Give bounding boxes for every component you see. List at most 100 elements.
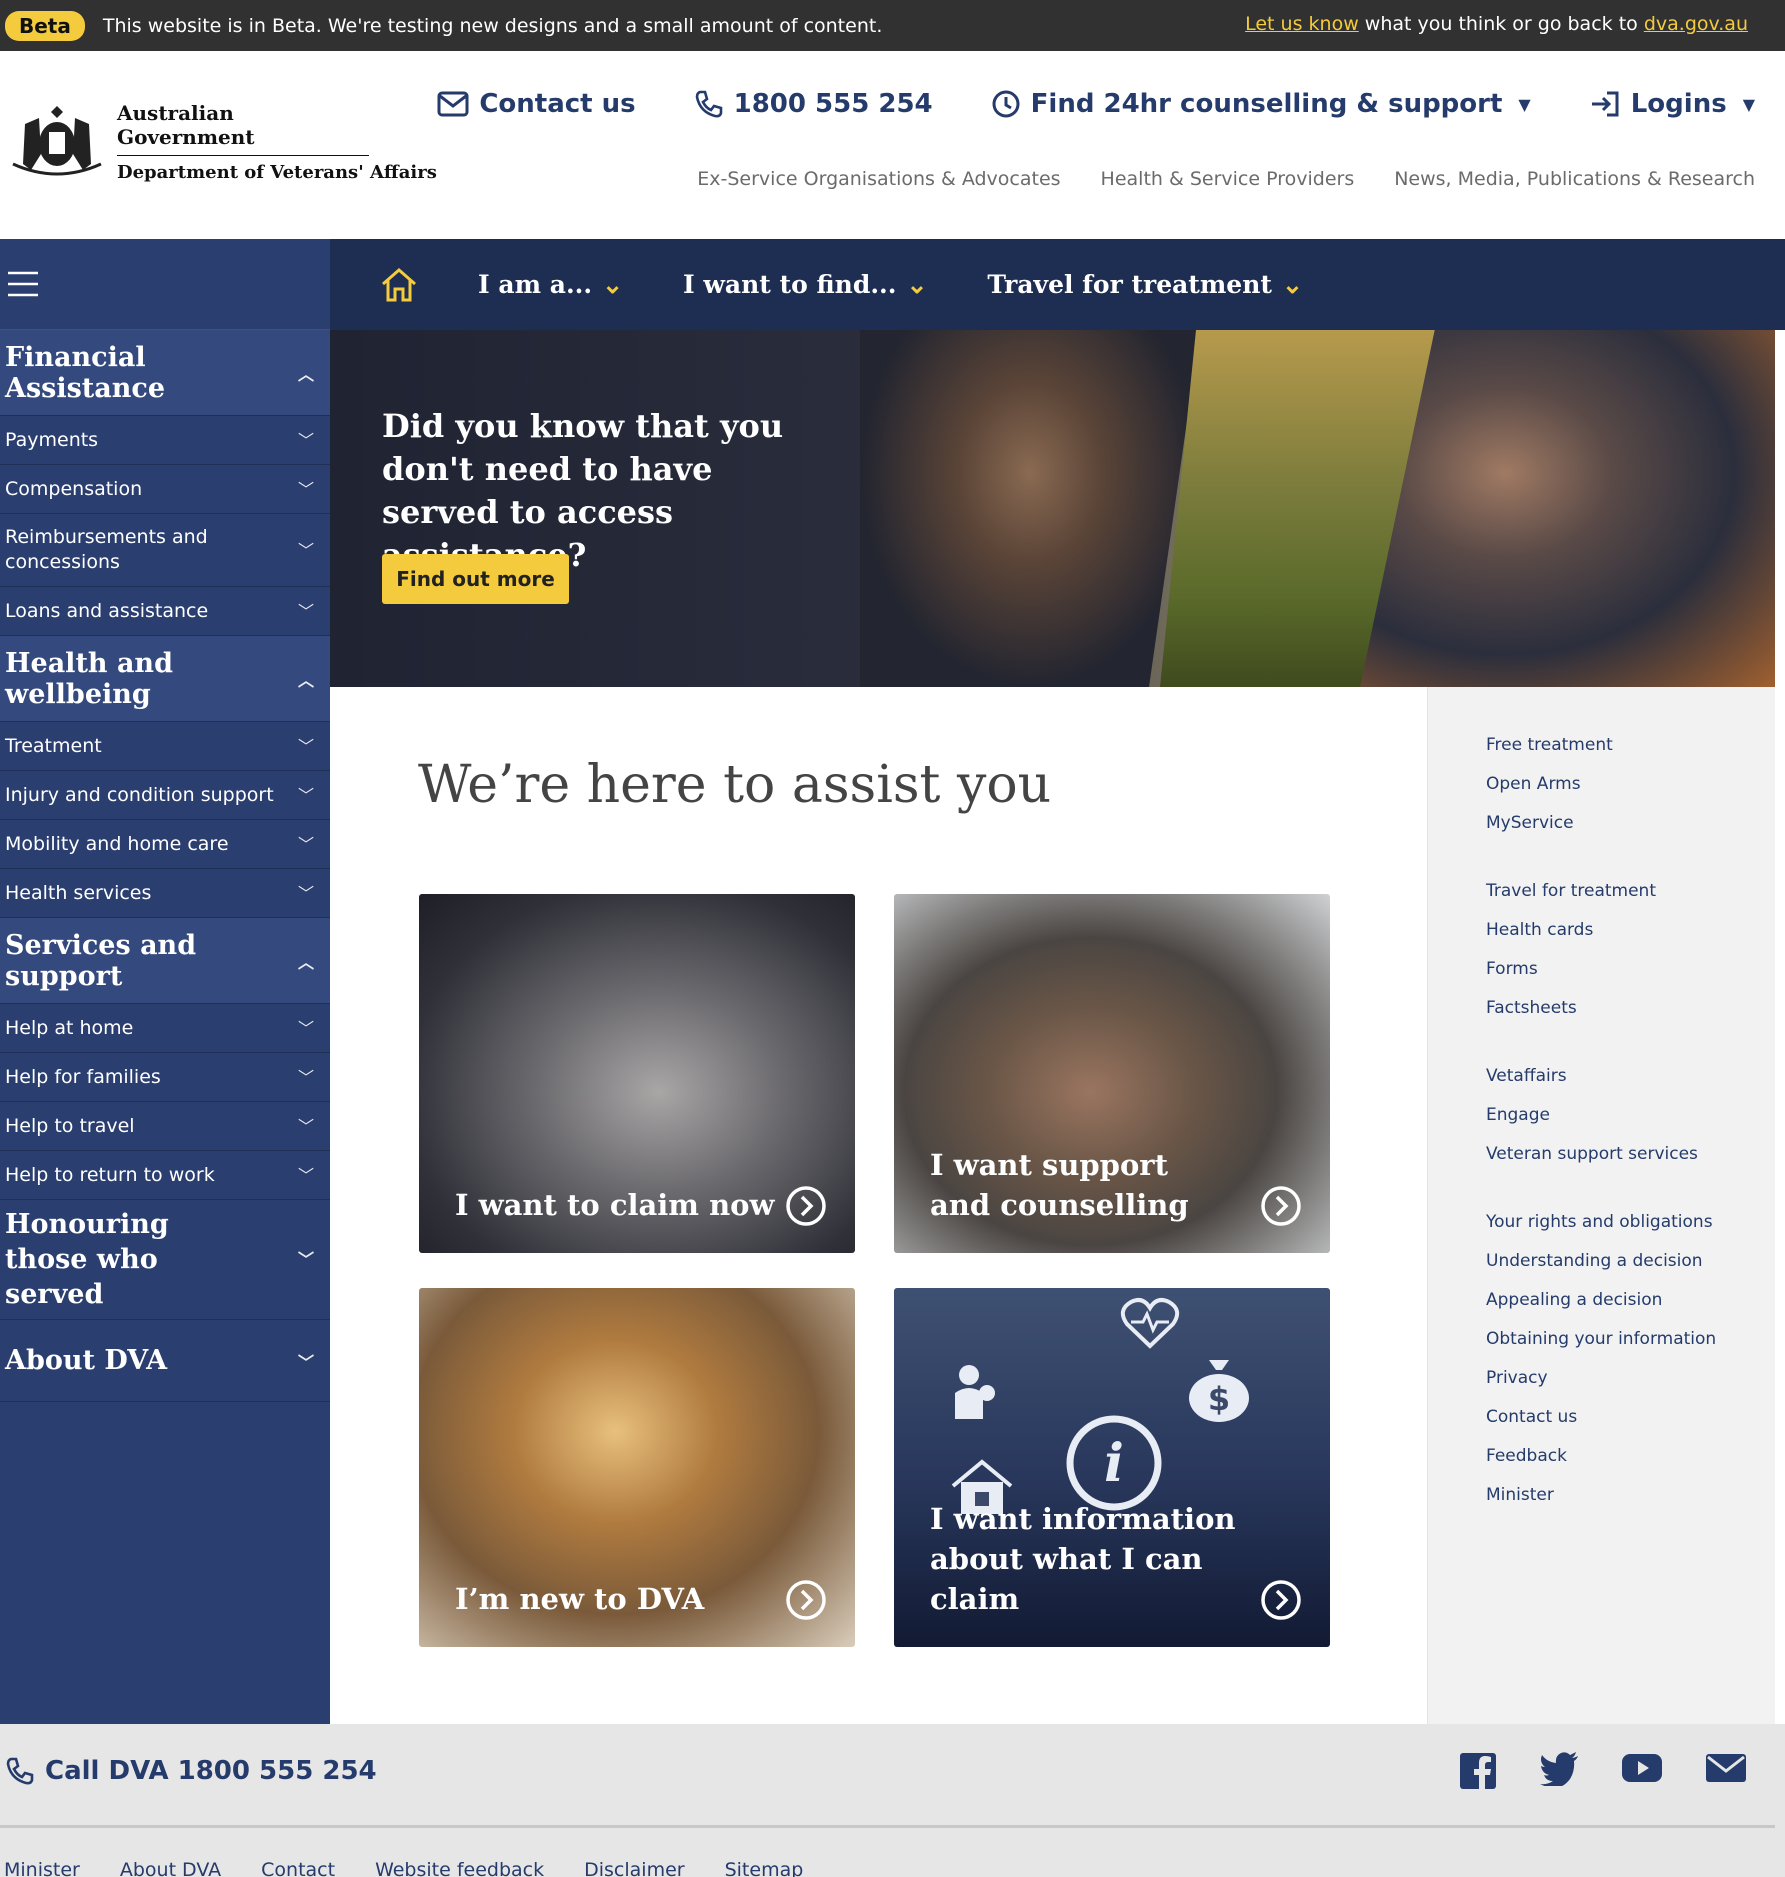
news-media-link[interactable]: News, Media, Publications & Research: [1394, 168, 1755, 190]
rail-link-contact-us[interactable]: Contact us: [1486, 1398, 1775, 1437]
sidebar-item-help-at-home[interactable]: Help at home ﹀: [0, 1004, 330, 1053]
phone-label: 1800 555 254: [733, 89, 933, 119]
sidebar-section-about-dva[interactable]: About DVA ﹀: [0, 1320, 330, 1402]
home-icon[interactable]: [380, 267, 418, 303]
rail-link-veteran-support[interactable]: Veteran support services: [1486, 1135, 1775, 1174]
nav-travel-for-treatment[interactable]: Travel for treatment ⌄: [987, 270, 1303, 299]
sidebar-item-health-services[interactable]: Health services ﹀: [0, 869, 330, 918]
logo[interactable]: Australian Government Department of Vete…: [5, 101, 437, 183]
chevron-up-icon: ︿: [297, 952, 314, 972]
page-title: We’re here to assist you: [418, 755, 1052, 815]
rail-link-free-treatment[interactable]: Free treatment: [1486, 726, 1775, 765]
rail-link-vetaffairs[interactable]: Vetaffairs: [1486, 1057, 1775, 1096]
contact-us-link[interactable]: Contact us: [437, 89, 636, 119]
sidebar-item-label: Help for families: [5, 1065, 161, 1088]
chevron-up-icon: ︿: [297, 364, 314, 384]
rail-link-health-cards[interactable]: Health cards: [1486, 911, 1775, 950]
rail-link-open-arms[interactable]: Open Arms: [1486, 765, 1775, 804]
sidebar-section-honouring[interactable]: Honouring those who served ﹀: [0, 1200, 330, 1320]
rail-link-travel-treatment[interactable]: Travel for treatment: [1486, 872, 1775, 911]
sidebar-section-health-wellbeing[interactable]: Health and wellbeing ︿: [0, 636, 330, 722]
footer-link-sitemap[interactable]: Sitemap: [725, 1859, 804, 1877]
rail-link-myservice[interactable]: MyService: [1486, 804, 1775, 843]
footer-link-minister[interactable]: Minister: [4, 1859, 80, 1877]
footer-link-website-feedback[interactable]: Website feedback: [375, 1859, 544, 1877]
card-claim-now[interactable]: I want to claim now: [419, 894, 855, 1253]
ex-service-link[interactable]: Ex-Service Organisations & Advocates: [697, 168, 1060, 190]
counselling-dropdown[interactable]: Find 24hr counselling & support ▼: [991, 89, 1531, 119]
site-footer: Call DVA 1800 555 254 Minister About DVA…: [0, 1724, 1785, 1877]
sidebar-item-injury-support[interactable]: Injury and condition support ﹀: [0, 771, 330, 820]
logins-label: Logins: [1630, 89, 1727, 119]
caret-down-icon: ▼: [1742, 94, 1755, 114]
main-nav: I am a... ⌄ I want to find... ⌄ Travel f…: [330, 239, 1785, 330]
sidebar-item-label: Help at home: [5, 1016, 134, 1039]
rail-link-minister[interactable]: Minister: [1486, 1476, 1775, 1515]
nav-travel-label: Travel for treatment: [987, 270, 1272, 299]
sidebar-item-help-to-travel[interactable]: Help to travel ﹀: [0, 1102, 330, 1151]
health-providers-link[interactable]: Health & Service Providers: [1101, 168, 1355, 190]
sidebar-item-return-to-work[interactable]: Help to return to work ﹀: [0, 1151, 330, 1200]
youtube-icon[interactable]: [1621, 1752, 1663, 1784]
sidebar-section-services-support[interactable]: Services and support ︿: [0, 918, 330, 1004]
let-us-know-link[interactable]: Let us know: [1245, 13, 1359, 35]
footer-link-contact[interactable]: Contact: [261, 1859, 335, 1877]
rail-link-obtaining-information[interactable]: Obtaining your information: [1486, 1320, 1775, 1359]
card-new-to-dva[interactable]: I’m new to DVA: [419, 1288, 855, 1647]
chevron-down-icon: ﹀: [297, 834, 314, 854]
logo-line-1: Australian Government: [117, 101, 369, 156]
chevron-down-icon: ⌄: [906, 270, 928, 299]
footer-link-disclaimer[interactable]: Disclaimer: [584, 1859, 684, 1877]
nav-i-am-a[interactable]: I am a... ⌄: [478, 270, 623, 299]
dva-site-link[interactable]: dva.gov.au: [1644, 13, 1748, 35]
contact-us-label: Contact us: [479, 89, 636, 119]
sidebar-item-label: Health services: [5, 881, 152, 904]
sidebar-item-label: Compensation: [5, 477, 143, 500]
phone-icon: [6, 1757, 34, 1785]
sidebar-item-treatment[interactable]: Treatment ﹀: [0, 722, 330, 771]
card-support-counselling[interactable]: I want support and counselling: [894, 894, 1330, 1253]
beta-banner: Beta This website is in Beta. We're test…: [0, 0, 1785, 51]
sidebar-item-label: Loans and assistance: [5, 599, 209, 622]
sidebar-item-compensation[interactable]: Compensation ﹀: [0, 465, 330, 514]
sidebar-item-loans[interactable]: Loans and assistance ﹀: [0, 587, 330, 636]
sidebar-section-title: Honouring those who served: [5, 1209, 169, 1310]
chevron-down-icon: ﹀: [297, 540, 314, 560]
nav-i-want-to-find[interactable]: I want to find... ⌄: [683, 270, 927, 299]
rail-link-privacy[interactable]: Privacy: [1486, 1359, 1775, 1398]
rail-link-feedback[interactable]: Feedback: [1486, 1437, 1775, 1476]
sidebar-section-title: Health and wellbeing: [5, 647, 173, 710]
chevron-down-icon: ﹀: [297, 1018, 314, 1038]
phone-icon: [695, 90, 722, 118]
phone-link[interactable]: 1800 555 254: [694, 89, 933, 119]
find-out-more-button[interactable]: Find out more: [382, 554, 569, 604]
sidebar-section-financial-assistance[interactable]: Financial Assistance ︿: [0, 330, 330, 416]
twitter-icon[interactable]: [1539, 1752, 1579, 1786]
sidebar-item-mobility[interactable]: Mobility and home care ﹀: [0, 820, 330, 869]
rail-link-understanding-decision[interactable]: Understanding a decision: [1486, 1242, 1775, 1281]
rail-link-appealing-decision[interactable]: Appealing a decision: [1486, 1281, 1775, 1320]
envelope-icon: [437, 91, 469, 117]
sidebar-item-help-for-families[interactable]: Help for families ﹀: [0, 1053, 330, 1102]
card-information-claim[interactable]: i $ I want information about what I can …: [894, 1288, 1330, 1647]
rail-link-forms[interactable]: Forms: [1486, 950, 1775, 989]
rail-link-rights[interactable]: Your rights and obligations: [1486, 1203, 1775, 1242]
sidebar-item-reimbursements[interactable]: Reimbursements and concessions ﹀: [0, 514, 330, 587]
info-circle-icon: i: [1066, 1415, 1162, 1511]
sidebar-item-payments[interactable]: Payments ﹀: [0, 416, 330, 465]
sidebar-item-label: Help to return to work: [5, 1163, 215, 1186]
sidebar: Financial Assistance ︿ Payments ﹀ Compens…: [0, 239, 330, 1724]
rail-link-engage[interactable]: Engage: [1486, 1096, 1775, 1135]
counselling-label: Find 24hr counselling & support: [1030, 89, 1503, 119]
footer-link-about-dva[interactable]: About DVA: [120, 1859, 221, 1877]
sidebar-toggle[interactable]: [0, 239, 330, 330]
hamburger-menu-icon: [8, 271, 38, 297]
caret-down-icon: ▼: [1518, 94, 1531, 114]
hero-title: Did you know that you don't need to have…: [382, 407, 784, 574]
chevron-down-icon: ⌄: [1281, 270, 1303, 299]
call-dva-link[interactable]: Call DVA 1800 555 254: [5, 1756, 377, 1786]
facebook-icon[interactable]: [1459, 1752, 1497, 1790]
rail-link-factsheets[interactable]: Factsheets: [1486, 989, 1775, 1028]
email-icon[interactable]: [1705, 1752, 1747, 1784]
logins-dropdown[interactable]: Logins ▼: [1589, 89, 1755, 119]
